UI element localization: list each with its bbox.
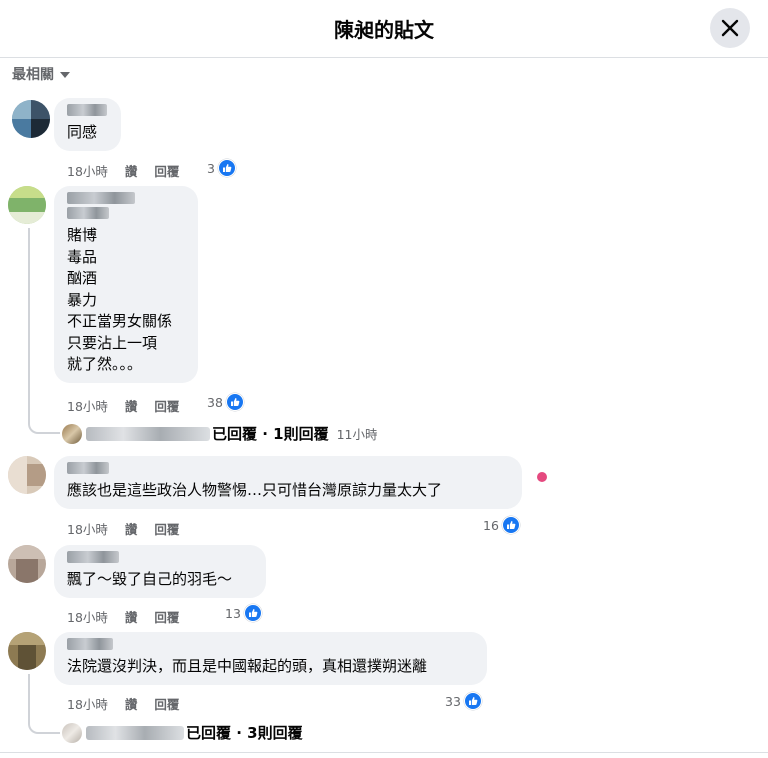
author-name[interactable]	[67, 192, 135, 204]
reaction-count[interactable]: 13	[225, 604, 262, 622]
notification-dot	[537, 472, 547, 482]
like-button[interactable]: 讚	[125, 519, 138, 538]
comment-actions: 18小時 讚 回覆	[67, 161, 196, 180]
avatar[interactable]	[12, 100, 50, 138]
view-replies-link[interactable]: 已回覆 · 1則回覆 11小時	[62, 423, 378, 444]
reaction-count-label: 38	[207, 394, 223, 410]
comment-time[interactable]: 18小時	[67, 519, 108, 538]
author-name[interactable]	[67, 638, 113, 650]
comment-text: 法院還沒判決，而且是中國報起的頭，真相還撲朔迷離	[67, 657, 428, 675]
avatar[interactable]	[8, 456, 46, 494]
comment-text: 賭博 毒品 酗酒 暴力 不正當男女關係 只要沾上一項 就了然。。。	[67, 226, 173, 373]
reaction-count[interactable]: 38	[207, 393, 244, 411]
author-name[interactable]	[67, 104, 107, 116]
thumbs-up-icon	[463, 692, 482, 710]
reply-avatar	[62, 722, 82, 743]
reply-button[interactable]: 回覆	[154, 607, 179, 626]
reply-button[interactable]: 回覆	[154, 694, 179, 713]
avatar[interactable]	[8, 632, 46, 670]
like-button[interactable]: 讚	[125, 607, 138, 626]
replies-summary: 已回覆 · 1則回覆	[212, 425, 329, 443]
comment-time[interactable]: 18小時	[67, 607, 108, 626]
reply-button[interactable]: 回覆	[154, 519, 179, 538]
author-badge	[67, 207, 109, 219]
reaction-count[interactable]: 33	[445, 692, 482, 710]
comment-actions: 18小時 讚 回覆	[67, 607, 196, 626]
thread-line	[28, 674, 60, 734]
comment-text: 應該也是這些政治人物警惕…只可惜台灣原諒力量太大了	[67, 481, 443, 499]
thumbs-up-icon	[217, 159, 236, 177]
dialog-title: 陳昶的貼文	[334, 18, 434, 42]
replier-name	[86, 426, 210, 441]
thumbs-up-icon	[225, 393, 244, 411]
comment-text: 飄了～毀了自己的羽毛～	[67, 570, 233, 588]
replies-summary: 已回覆 · 3則回覆	[186, 724, 303, 742]
reply-button[interactable]: 回覆	[154, 161, 179, 180]
comment-time[interactable]: 18小時	[67, 396, 108, 415]
reply-button[interactable]: 回覆	[154, 396, 179, 415]
comment-bubble: 法院還沒判決，而且是中國報起的頭，真相還撲朔迷離	[54, 632, 487, 685]
dialog-header: 陳昶的貼文	[0, 0, 768, 58]
thread-line	[28, 228, 60, 434]
reply-avatar	[62, 423, 82, 444]
close-button[interactable]	[710, 8, 750, 48]
thumbs-up-icon	[243, 604, 262, 622]
comment-actions: 18小時 讚 回覆	[67, 519, 196, 538]
reaction-count-label: 13	[225, 605, 241, 621]
replier-name	[86, 725, 184, 740]
sort-dropdown[interactable]: 最相關	[12, 64, 70, 84]
reply-time: 11小時	[336, 427, 378, 442]
reaction-count-label: 3	[207, 160, 215, 176]
comment-bubble: 應該也是這些政治人物警惕…只可惜台灣原諒力量太大了	[54, 456, 522, 509]
comment-bubble: 飄了～毀了自己的羽毛～	[54, 545, 266, 598]
comment-bubble: 賭博 毒品 酗酒 暴力 不正當男女關係 只要沾上一項 就了然。。。	[54, 186, 198, 383]
chevron-down-icon	[60, 72, 70, 78]
comment-bubble: 同感	[54, 98, 121, 151]
comment-text: 同感	[67, 123, 98, 141]
comment-time[interactable]: 18小時	[67, 694, 108, 713]
close-icon	[721, 19, 739, 37]
reaction-count[interactable]: 3	[207, 159, 236, 177]
thumbs-up-icon	[501, 516, 520, 534]
reaction-count-label: 16	[483, 517, 499, 533]
comment-actions: 18小時 讚 回覆	[67, 396, 196, 415]
author-name[interactable]	[67, 551, 119, 563]
comment-actions: 18小時 讚 回覆	[67, 694, 196, 713]
avatar[interactable]	[8, 186, 46, 224]
comment-time[interactable]: 18小時	[67, 161, 108, 180]
author-name[interactable]	[67, 462, 109, 474]
like-button[interactable]: 讚	[125, 161, 138, 180]
view-replies-link[interactable]: 已回覆 · 3則回覆	[62, 722, 303, 743]
reaction-count[interactable]: 16	[483, 516, 520, 534]
avatar[interactable]	[8, 545, 46, 583]
reaction-count-label: 33	[445, 693, 461, 709]
like-button[interactable]: 讚	[125, 694, 138, 713]
like-button[interactable]: 讚	[125, 396, 138, 415]
divider	[0, 752, 768, 753]
sort-label: 最相關	[12, 67, 54, 83]
